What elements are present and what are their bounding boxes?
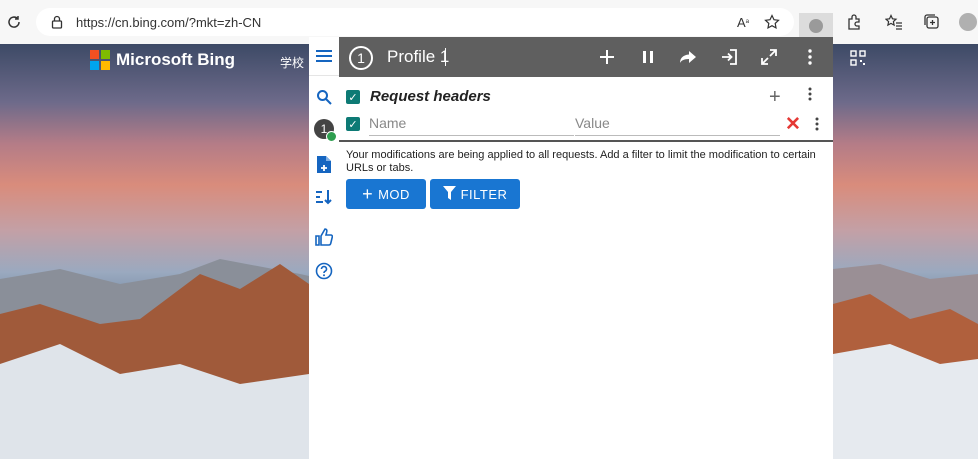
divider xyxy=(339,140,833,142)
section-title: Request headers xyxy=(370,88,491,105)
menu-icon[interactable] xyxy=(314,46,334,66)
pause-icon[interactable] xyxy=(638,47,658,67)
delete-header-icon[interactable]: ✕ xyxy=(785,113,801,136)
more-options-icon[interactable] xyxy=(800,47,820,67)
bing-brand-text: Microsoft Bing xyxy=(116,50,235,69)
qr-code-icon[interactable] xyxy=(850,50,866,71)
profile-badge[interactable]: 1 xyxy=(314,119,337,142)
extensions-icon[interactable] xyxy=(844,12,864,32)
info-message: Your modifications are being applied to … xyxy=(346,149,816,174)
collections-icon[interactable] xyxy=(922,12,942,32)
extension-sidebar: 1 xyxy=(309,37,340,459)
text-cursor xyxy=(445,48,446,66)
mod-button-label: MOD xyxy=(378,186,410,202)
filter-button-label: FILTER xyxy=(460,186,508,202)
row-more-icon[interactable] xyxy=(815,117,819,136)
thumbs-up-icon[interactable] xyxy=(314,227,334,247)
lock-icon[interactable] xyxy=(48,13,66,31)
header-value-input[interactable]: Value xyxy=(575,115,780,136)
active-indicator-icon xyxy=(326,131,337,142)
nav-school-link[interactable]: 学校 xyxy=(280,54,304,71)
name-placeholder: Name xyxy=(369,115,407,131)
url-text[interactable]: https://cn.bing.com/?mkt=zh-CN xyxy=(76,15,261,30)
filter-icon xyxy=(442,184,456,205)
extension-button-active[interactable] xyxy=(799,13,833,39)
export-icon[interactable] xyxy=(720,47,740,67)
refresh-icon[interactable] xyxy=(4,12,24,32)
add-file-icon[interactable] xyxy=(314,154,334,174)
profile-number-badge[interactable]: 1 xyxy=(349,46,373,70)
profile-avatar-icon[interactable] xyxy=(958,12,978,32)
popup-header: 1 Profile 1 xyxy=(339,37,833,77)
request-headers-checkbox[interactable]: ✓ xyxy=(346,90,360,104)
sort-icon[interactable] xyxy=(314,187,334,207)
header-row-checkbox[interactable]: ✓ xyxy=(346,117,360,131)
extension-popup: 1 Profile 1 ✓ Request headers + ✓ Name V… xyxy=(339,37,833,459)
help-icon[interactable] xyxy=(314,261,334,281)
add-filter-button[interactable]: FILTER xyxy=(430,179,520,209)
section-more-icon[interactable] xyxy=(808,87,812,106)
plus-icon: + xyxy=(362,183,374,204)
header-name-input[interactable]: Name xyxy=(369,115,574,136)
add-icon[interactable] xyxy=(597,47,617,67)
favorites-icon[interactable] xyxy=(884,12,904,32)
read-aloud-icon[interactable]: Aᵃ xyxy=(733,12,753,32)
search-icon[interactable] xyxy=(314,87,334,107)
favorite-add-icon[interactable] xyxy=(762,12,782,32)
bing-logo[interactable]: Microsoft Bing xyxy=(90,50,235,70)
microsoft-logo-icon xyxy=(90,50,110,70)
profile-name-input[interactable]: Profile 1 xyxy=(387,47,449,67)
add-header-icon[interactable]: + xyxy=(769,86,781,109)
add-mod-button[interactable]: + MOD xyxy=(346,179,426,209)
address-bar[interactable]: https://cn.bing.com/?mkt=zh-CN xyxy=(36,8,794,36)
expand-icon[interactable] xyxy=(759,47,779,67)
share-icon[interactable] xyxy=(678,47,698,67)
value-placeholder: Value xyxy=(575,115,610,131)
